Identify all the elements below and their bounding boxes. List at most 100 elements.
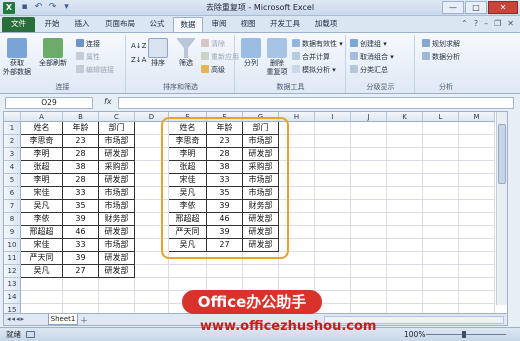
cell[interactable] [315,265,351,278]
cell[interactable] [315,174,351,187]
help-icon[interactable]: ? [474,19,478,28]
cell[interactable] [387,200,423,213]
row-header-10[interactable]: 10 [4,239,21,252]
tab-data[interactable]: 数据 [173,17,203,32]
row-header-9[interactable]: 9 [4,226,21,239]
properties-button[interactable]: 属性 [76,52,100,62]
sheet-nav-arrows-icon[interactable]: ◂◂◂▸ [7,315,25,323]
cell[interactable] [21,304,63,313]
row-header-11[interactable]: 11 [4,252,21,265]
table-cell[interactable]: 38 [63,161,99,174]
cell[interactable] [99,278,135,291]
cell[interactable] [423,174,459,187]
column-header-i[interactable]: I [315,112,351,122]
cell[interactable] [135,291,169,304]
macro-record-icon[interactable] [26,331,35,338]
cell[interactable] [135,278,169,291]
cell[interactable] [351,213,387,226]
cell[interactable] [459,135,495,148]
cell[interactable] [21,291,63,304]
refresh-all-button[interactable]: 全部刷新 [38,38,68,68]
row-header-7[interactable]: 7 [4,200,21,213]
cell[interactable] [459,304,495,313]
cell[interactable] [315,200,351,213]
subtotal-button[interactable]: 分类汇总 [350,65,388,75]
cell[interactable] [423,239,459,252]
cell[interactable] [99,304,135,313]
table-cell[interactable]: 研发部 [99,226,135,239]
select-all-corner[interactable] [4,112,21,122]
cell[interactable] [459,148,495,161]
cell[interactable] [459,278,495,291]
cell[interactable] [423,200,459,213]
table-cell[interactable]: 市场部 [99,239,135,252]
cell[interactable] [387,122,423,135]
table-cell[interactable]: 23 [63,135,99,148]
cell[interactable] [459,252,495,265]
cell[interactable] [459,122,495,135]
cell[interactable] [315,226,351,239]
row-header-3[interactable]: 3 [4,148,21,161]
column-header-j[interactable]: J [351,112,387,122]
sheet-tab-sheet1[interactable]: Sheet1 [48,314,78,325]
cell[interactable] [423,213,459,226]
table-cell[interactable]: 宋佳 [21,239,63,252]
zoom-level[interactable]: 100% [404,328,425,341]
cell[interactable] [63,278,99,291]
cell[interactable] [63,304,99,313]
cell[interactable] [423,148,459,161]
cell[interactable] [387,213,423,226]
data-validation-button[interactable]: 数据有效性 ▾ [292,39,343,49]
doc-minimize-icon[interactable]: – [484,19,488,28]
table-cell[interactable]: 33 [63,187,99,200]
cell[interactable] [351,265,387,278]
cell[interactable] [387,239,423,252]
cell[interactable] [387,226,423,239]
cell[interactable] [351,304,387,313]
table-cell[interactable]: 市场部 [99,200,135,213]
cell[interactable] [423,291,459,304]
table-cell[interactable]: 吴凡 [21,200,63,213]
column-header-k[interactable]: K [387,112,423,122]
cell[interactable] [387,278,423,291]
formula-input[interactable] [118,97,514,109]
data-analysis-button[interactable]: 数据分析 [422,52,460,62]
cell[interactable] [459,187,495,200]
worksheet-grid[interactable]: A B C D E F G H I J K L M 1 2 3 4 5 6 7 8 9 10 11 12 13 14 15 姓名 年龄 部门… [3,111,508,314]
table-cell[interactable]: 邢超超 [21,226,63,239]
zoom-slider-knob[interactable] [462,331,466,338]
cell[interactable] [351,226,387,239]
cell[interactable] [459,239,495,252]
cell[interactable] [315,252,351,265]
cell[interactable] [423,161,459,174]
cell[interactable] [351,122,387,135]
cell[interactable] [387,135,423,148]
cell[interactable] [459,226,495,239]
table-cell[interactable]: 严天同 [21,252,63,265]
row-header-12[interactable]: 12 [4,265,21,278]
cell[interactable] [351,252,387,265]
cell[interactable] [351,161,387,174]
table-cell[interactable]: 39 [63,252,99,265]
row-header-15[interactable]: 15 [4,304,21,313]
tab-formulas[interactable]: 公式 [145,17,169,32]
row-header-4[interactable]: 4 [4,161,21,174]
solver-button[interactable]: 规划求解 [422,39,460,49]
tab-insert[interactable]: 插入 [70,17,94,32]
cell[interactable] [459,213,495,226]
group-button[interactable]: 创建组 ▾ [350,39,387,49]
cell[interactable] [351,200,387,213]
cell[interactable] [351,148,387,161]
sort-button[interactable]: 排序 [143,38,173,68]
cell[interactable] [459,200,495,213]
reapply-button[interactable]: 重新应用 [201,52,239,62]
vertical-scroll-thumb[interactable] [498,124,506,184]
row-header-2[interactable]: 2 [4,135,21,148]
column-header-c[interactable]: C [99,112,135,122]
table-header-cell[interactable]: 姓名 [21,122,63,135]
table-cell[interactable]: 研发部 [99,148,135,161]
table-cell[interactable]: 李依 [21,213,63,226]
cell[interactable] [387,265,423,278]
insert-function-icon[interactable]: fx [104,97,112,106]
cell[interactable] [459,174,495,187]
